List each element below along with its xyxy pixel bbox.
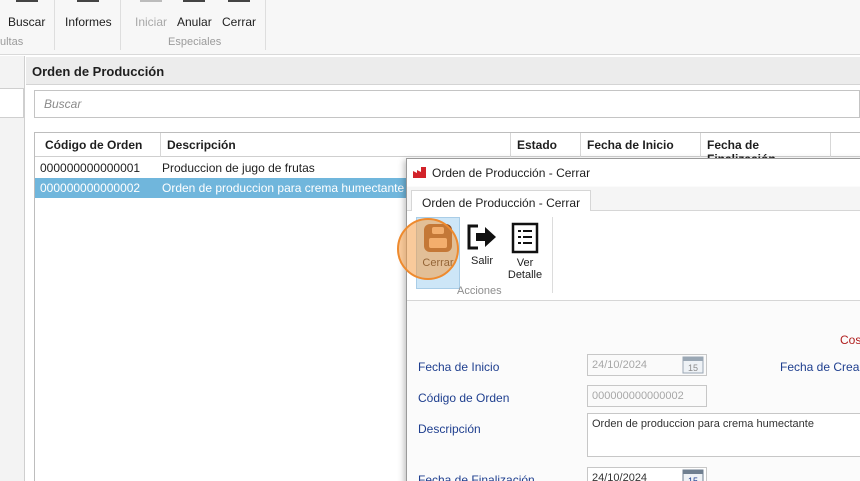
informes-button[interactable]: Informes [65,0,112,29]
group-especiales-label: Especiales [168,36,222,48]
dialog-titlebar[interactable]: Orden de Producción - Cerrar [407,159,860,186]
acciones-group-label: Acciones [457,285,502,297]
ribbon: Buscar Informes Iniciar Anular Cerrar ul… [0,0,860,55]
fecha-finalizacion-label: Fecha de Finalización [418,473,535,481]
calendar-icon[interactable]: 15 [682,467,704,481]
cancel-icon [183,0,206,2]
detalle-label: Detalle [507,269,543,281]
descripcion-field[interactable]: Orden de produccion para crema humectant… [587,413,860,457]
close-order-dialog: Orden de Producción - Cerrar Orden de Pr… [397,158,860,481]
svg-text:15: 15 [688,363,698,373]
cell-codigo: 000000000000001 [40,161,141,175]
column-header-fecha-inicio[interactable]: Fecha de Inicio [581,133,701,157]
fecha-creacion-label: Fecha de Crea [780,360,860,374]
anular-label: Anular [177,15,212,29]
dialog-form: Cos Fecha de Inicio 24/10/2024 15 Fecha … [407,302,860,481]
svg-text:15: 15 [688,476,698,481]
search-input[interactable] [35,91,859,117]
exit-arrow-icon [467,224,496,250]
left-navigation-strip [0,56,25,481]
salir-label: Salir [470,255,493,267]
calendar-icon[interactable]: 15 [682,354,704,374]
ribbon-separator [265,0,266,50]
fecha-inicio-label: Fecha de Inicio [418,360,500,374]
ribbon-separator [120,0,121,50]
anular-button[interactable]: Anular [177,0,212,29]
iniciar-button[interactable]: Iniciar [135,0,167,29]
search-icon [15,0,38,2]
ribbon-separator [552,217,553,293]
informes-label: Informes [65,15,112,29]
codigo-orden-field[interactable]: 000000000000002 [587,385,707,407]
dialog-title: Orden de Producción - Cerrar [432,166,591,180]
column-header-estado[interactable]: Estado [511,133,581,157]
app-icon [413,167,426,178]
column-header-descripcion[interactable]: Descripción [161,133,511,157]
detail-list-icon [511,222,539,254]
tab-cerrar[interactable]: Orden de Producción - Cerrar [411,190,592,212]
buscar-button[interactable]: Buscar [8,0,45,29]
start-icon [140,0,162,2]
ver-detalle-button[interactable]: Ver Detalle [504,217,546,281]
close-icon [228,0,250,2]
dialog-ribbon: Cerrar Salir Ver Detalle Acciones [397,211,860,301]
costo-label: Cos [840,333,860,347]
report-icon [77,0,100,2]
codigo-orden-label: Código de Orden [418,391,510,405]
group-consultas-label: ultas [0,36,24,48]
cerrar-button[interactable]: Cerrar [416,217,460,289]
nav-selected-item[interactable] [0,88,24,118]
cerrar-label: Cerrar [422,257,454,269]
cerrar-ribbon-button[interactable]: Cerrar [222,0,256,29]
search-box [34,90,860,118]
descripcion-label: Descripción [418,422,481,436]
column-header-codigo[interactable]: Código de Orden [35,133,161,157]
cell-codigo: 000000000000002 [40,181,141,195]
iniciar-label: Iniciar [135,15,168,29]
ver-label: Ver [516,257,534,269]
save-close-icon [424,224,452,252]
column-header-fecha-fin[interactable]: Fecha de Finalización [701,133,831,166]
grid-header: Código de Orden Descripción Estado Fecha… [35,133,860,166]
dialog-tabbar: Orden de Producción - Cerrar [407,187,860,212]
ribbon-separator [54,0,55,50]
buscar-label: Buscar [8,15,46,29]
salir-button[interactable]: Salir [465,217,499,267]
page-title: Orden de Producción [26,57,860,85]
cerrar-ribbon-label: Cerrar [222,15,257,29]
